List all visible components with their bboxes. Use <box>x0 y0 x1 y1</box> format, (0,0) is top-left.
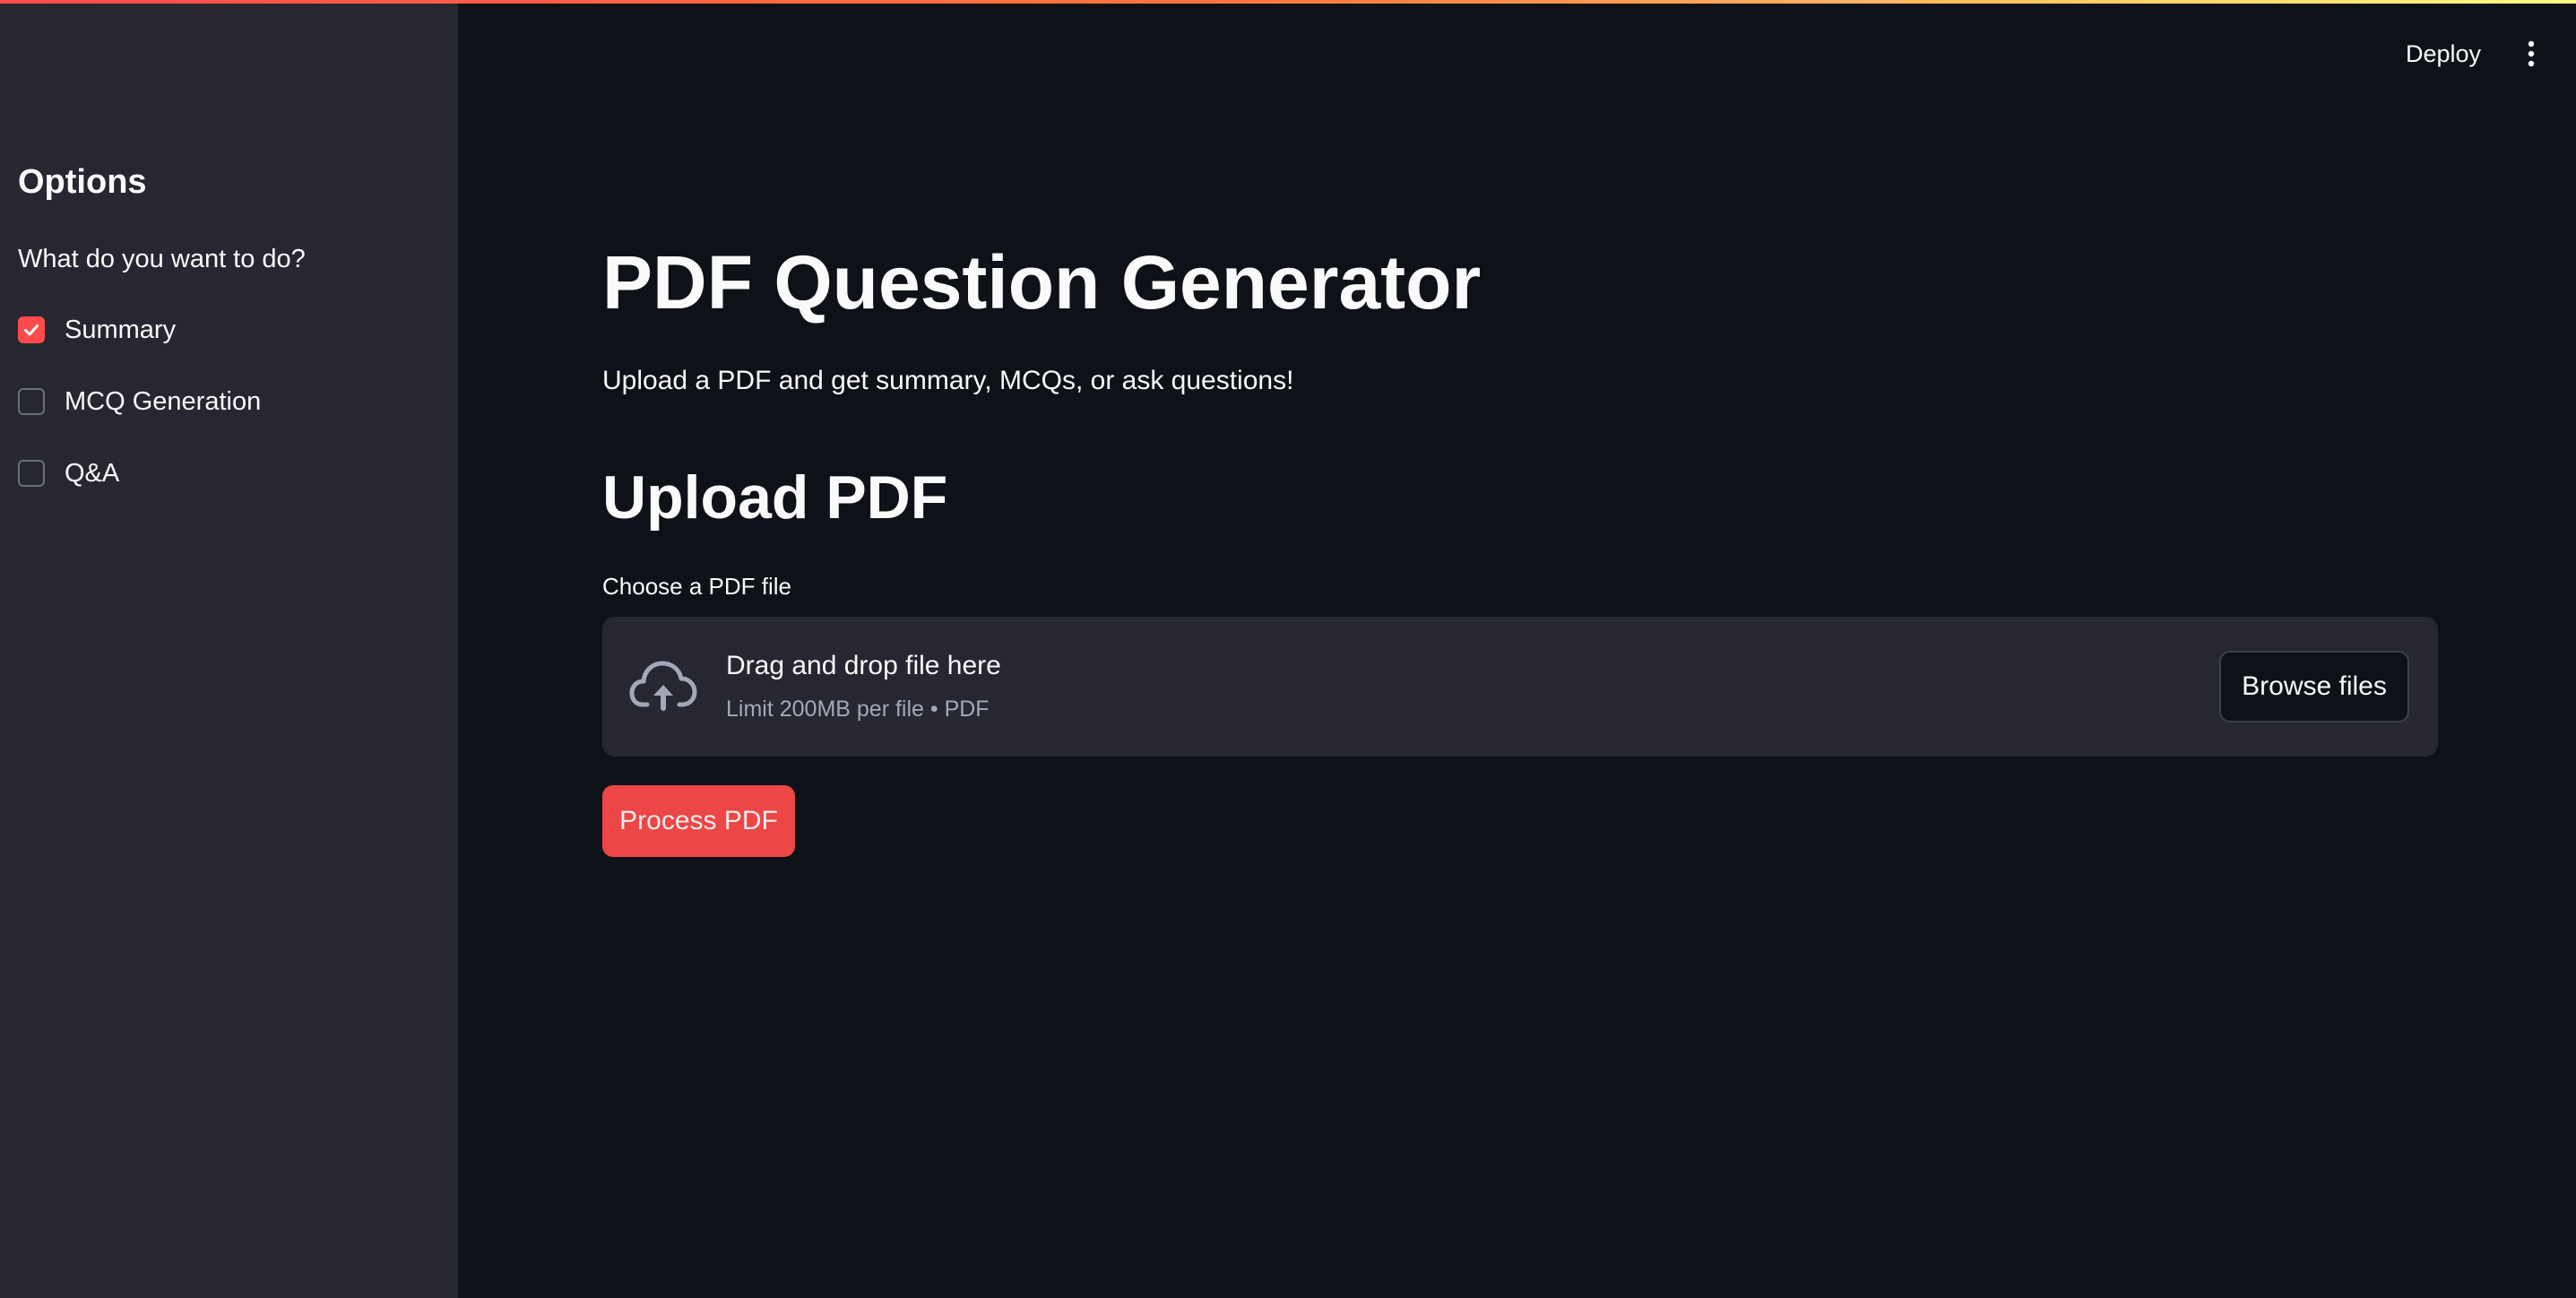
summary-checkbox[interactable] <box>18 316 45 343</box>
dropzone-limit-text: Limit 200MB per file • PDF <box>726 697 990 722</box>
file-uploader-label: Choose a PDF file <box>602 573 791 600</box>
qa-label: Q&A <box>65 459 120 488</box>
mcq-generation-label: MCQ Generation <box>65 387 262 416</box>
page-title: PDF Question Generator <box>602 240 1482 324</box>
file-dropzone[interactable]: Drag and drop file here Limit 200MB per … <box>602 617 2438 757</box>
option-summary[interactable]: Summary <box>18 312 176 348</box>
sidebar-title: Options <box>18 163 147 201</box>
main-menu-button[interactable] <box>2522 32 2540 75</box>
option-mcq-generation[interactable]: MCQ Generation <box>18 384 261 420</box>
qa-checkbox[interactable] <box>18 460 45 487</box>
cloud-upload-icon <box>629 661 697 711</box>
summary-label: Summary <box>65 316 177 344</box>
top-decoration-bar <box>0 0 2576 4</box>
page-subtitle: Upload a PDF and get summary, MCQs, or a… <box>602 366 1294 395</box>
sidebar: Options What do you want to do? Summary … <box>0 0 458 1298</box>
dropzone-instructions: Drag and drop file here <box>726 651 1001 680</box>
kebab-vertical-icon <box>2528 40 2535 67</box>
upload-section-title: Upload PDF <box>602 463 948 532</box>
app-window: Options What do you want to do? Summary … <box>0 0 2576 1298</box>
process-pdf-button[interactable]: Process PDF <box>602 785 795 857</box>
mcq-generation-checkbox[interactable] <box>18 388 45 415</box>
option-qa[interactable]: Q&A <box>18 455 119 491</box>
main-content: PDF Question Generator Upload a PDF and … <box>602 0 2440 1298</box>
sidebar-question: What do you want to do? <box>18 245 306 273</box>
browse-files-button[interactable]: Browse files <box>2219 651 2409 723</box>
checkmark-icon <box>24 324 39 336</box>
